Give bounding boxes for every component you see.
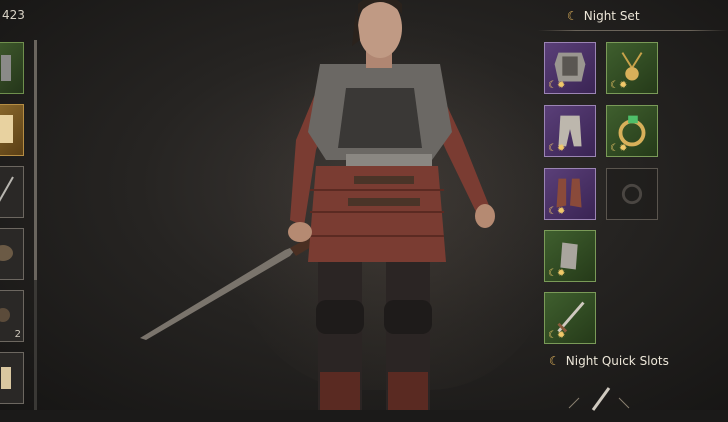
- inventory-scroll-thumb[interactable]: [34, 40, 37, 280]
- slot-chest-armor[interactable]: ☾✹: [544, 42, 596, 94]
- empty-ring-icon: [621, 183, 643, 205]
- slot-leg-armor[interactable]: ☾✹: [544, 105, 596, 157]
- inventory-item-6[interactable]: [0, 352, 24, 404]
- inventory-item-3[interactable]: [0, 166, 24, 218]
- night-badge-icon: ☾✹: [548, 143, 566, 154]
- night-badge-icon: ☾✹: [610, 80, 628, 91]
- slot-weapon[interactable]: ☾✹: [544, 292, 596, 344]
- inventory-sidebar: 2: [0, 38, 28, 410]
- night-badge-icon: ☾✹: [548, 80, 566, 91]
- quick-slots-title-text: Night Quick Slots: [565, 354, 669, 368]
- inventory-item-5[interactable]: 2: [0, 290, 24, 342]
- panel-divider: [538, 30, 728, 31]
- quick-slot-frame-icon: [568, 387, 630, 411]
- moon-icon: ☾: [549, 354, 560, 368]
- slot-amulet[interactable]: ☾✹: [606, 42, 658, 94]
- night-badge-icon: ☾✹: [548, 206, 566, 217]
- panel-title: ☾ Night Set: [567, 9, 640, 23]
- slot-bracers[interactable]: ☾✹: [544, 230, 596, 282]
- night-badge-icon: ☾✹: [610, 143, 628, 154]
- night-badge-icon: ☾✹: [548, 268, 566, 279]
- inventory-item-2[interactable]: [0, 104, 24, 156]
- slot-ring[interactable]: ☾✹: [606, 105, 658, 157]
- character-model: [140, 0, 495, 410]
- armor-piece-icon: [1, 55, 11, 81]
- sword-icon: [0, 176, 14, 202]
- slot-ring-empty[interactable]: [606, 168, 658, 220]
- slot-boots[interactable]: ☾✹: [544, 168, 596, 220]
- inventory-item-1[interactable]: [0, 42, 24, 94]
- night-badge-icon: ☾✹: [548, 330, 566, 341]
- scroll-icon: [0, 115, 13, 143]
- currency-amount: 423: [2, 8, 25, 22]
- helmet-icon: [0, 245, 13, 261]
- panel-title-text: Night Set: [583, 9, 640, 23]
- cloth-icon: [1, 367, 11, 389]
- inventory-item-4[interactable]: [0, 228, 24, 280]
- quick-slot-1[interactable]: [567, 378, 631, 418]
- item-count: 2: [14, 329, 21, 340]
- quick-slots-title: ☾ Night Quick Slots: [549, 354, 669, 368]
- moon-icon: ☾: [567, 9, 578, 23]
